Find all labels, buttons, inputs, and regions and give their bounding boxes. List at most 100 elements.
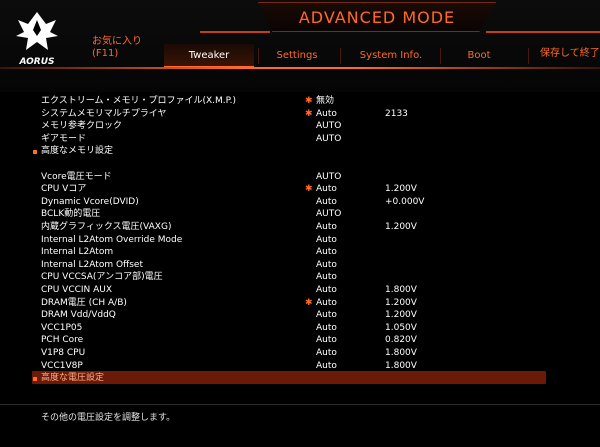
setting-row[interactable]: 高度なメモリ設定 (0, 145, 600, 158)
setting-row[interactable]: V1P8 CPU Auto 1.800V (0, 347, 600, 360)
setting-current-value: 1.200V (385, 297, 417, 308)
setting-row[interactable]: Internal L2Atom Offset Auto (0, 259, 600, 272)
setting-label: CPU Vコア (41, 184, 87, 195)
setting-label: システムメモリマルチプライヤ (41, 108, 167, 119)
tab-separator (340, 48, 341, 64)
tab-bar: Tweaker Settings System Info. Boot (160, 44, 600, 68)
setting-row[interactable]: システムメモリマルチプライヤ ✱ Auto 2133 (0, 108, 600, 121)
setting-label: Internal L2Atom Offset (41, 259, 143, 270)
setting-label: 高度なメモリ設定 (41, 146, 114, 157)
favorites-key: (F11) (92, 48, 119, 59)
setting-current-value: 1.050V (385, 322, 417, 333)
tab-tweaker-label: Tweaker (188, 49, 230, 61)
setting-current-value: +0.000V (385, 196, 425, 207)
setting-value[interactable]: AUTO (316, 171, 341, 184)
header: AORUS ADVANCED MODE お気に入り (F11) Tweaker … (0, 0, 600, 92)
svg-text:AORUS: AORUS (18, 57, 54, 67)
setting-label: 内蔵グラフィックス電圧(VAXG) (41, 222, 172, 232)
setting-current-value: 1.200V (385, 184, 417, 195)
setting-row[interactable]: 高度な電圧設定 (0, 371, 600, 385)
setting-row[interactable]: メモリ参考クロック AUTO (0, 120, 600, 133)
setting-label: Internal L2Atom (41, 247, 114, 258)
footer-divider (0, 404, 600, 405)
setting-label: VCC1P05 (41, 322, 83, 333)
submenu-bullet-icon (33, 150, 37, 155)
setting-label: CPU VCCIN AUX (41, 285, 113, 295)
setting-label: DRAM電圧 (CH A/B) (41, 297, 127, 308)
settings-list: エクストリーム・メモリ・プロファイル(X.M.P.) ✱ 無効 システムメモリマルチプ… (0, 92, 600, 392)
setting-current-value: 2133 (385, 108, 408, 119)
setting-row[interactable]: ギアモード AUTO (0, 133, 600, 146)
setting-row (0, 158, 600, 171)
tab-boot[interactable]: Boot (444, 44, 514, 66)
mode-deco-left (200, 31, 270, 33)
setting-row[interactable]: Internal L2Atom Auto (0, 246, 600, 259)
setting-label: ギアモード (41, 133, 87, 144)
aorus-logo: AORUS (16, 12, 58, 67)
tab-settings-label: Settings (276, 49, 318, 61)
tab-separator (258, 48, 259, 64)
setting-row[interactable]: エクストリーム・メモリ・プロファイル(X.M.P.) ✱ 無効 (0, 95, 600, 108)
setting-value[interactable]: Auto (316, 108, 337, 121)
setting-row[interactable]: VCC1P05 Auto 1.050V (0, 322, 600, 335)
setting-label: BCLK動的電圧 (41, 209, 101, 220)
setting-row[interactable]: DRAM Vdd/VddQ Auto 1.200V (0, 309, 600, 322)
tab-separator (440, 48, 441, 64)
setting-value[interactable]: Auto (316, 334, 337, 347)
setting-current-value: 1.200V (385, 310, 417, 321)
setting-value[interactable]: Auto (316, 183, 337, 196)
selected-row-highlight (32, 371, 546, 385)
help-text: その他の電圧設定を調整します。 (41, 413, 176, 423)
tab-system-info-label: System Info. (359, 49, 423, 61)
tab-settings[interactable]: Settings (262, 44, 332, 66)
setting-label: V1P8 CPU (41, 348, 86, 358)
setting-current-value: 1.200V (385, 222, 417, 232)
setting-row[interactable]: Dynamic Vcore(DVID) Auto +0.000V (0, 196, 600, 209)
setting-value[interactable]: Auto (316, 246, 337, 259)
setting-label: メモリ参考クロック (41, 121, 123, 132)
save-exit-button[interactable]: 保存して終了 (540, 44, 600, 59)
setting-value[interactable]: Auto (316, 284, 337, 297)
changed-star-icon: ✱ (305, 96, 313, 106)
setting-value[interactable]: 無効 (316, 95, 334, 108)
setting-current-value: 1.800V (385, 285, 417, 295)
setting-row[interactable]: BCLK動的電圧 AUTO (0, 208, 600, 221)
setting-label: Internal L2Atom Override Mode (41, 234, 183, 245)
setting-current-value: 0.820V (385, 335, 417, 346)
setting-value[interactable]: Auto (316, 297, 337, 310)
setting-row[interactable]: CPU VCCIN AUX Auto 1.800V (0, 284, 600, 297)
setting-value[interactable]: Auto (316, 309, 337, 322)
submenu-bullet-icon (33, 377, 37, 382)
mode-title: ADVANCED MODE (298, 7, 456, 27)
setting-label: Dynamic Vcore(DVID) (41, 196, 139, 207)
changed-star-icon: ✱ (305, 108, 313, 119)
setting-value[interactable]: AUTO (316, 208, 341, 221)
setting-value[interactable]: Auto (316, 259, 337, 272)
setting-value[interactable]: Auto (316, 196, 337, 209)
setting-row[interactable]: CPU VCCSA(アンコア部)電圧 Auto (0, 271, 600, 284)
setting-value[interactable]: AUTO (316, 120, 341, 133)
setting-row[interactable]: CPU Vコア ✱ Auto 1.200V (0, 183, 600, 196)
tab-system-info[interactable]: System Info. (346, 44, 436, 66)
setting-label: 高度な電圧設定 (41, 373, 105, 384)
tab-separator (528, 48, 529, 64)
setting-row[interactable]: Internal L2Atom Override Mode Auto (0, 234, 600, 247)
favorites-button[interactable]: お気に入り (F11) (92, 36, 142, 60)
setting-value[interactable]: AUTO (316, 133, 341, 146)
setting-label: Vcore電圧モード (41, 171, 112, 182)
setting-row[interactable]: DRAM電圧 (CH A/B) ✱ Auto 1.200V (0, 297, 600, 310)
setting-value[interactable]: Auto (316, 271, 337, 284)
tab-boot-label: Boot (467, 49, 491, 61)
header-divider (0, 67, 600, 69)
changed-star-icon: ✱ (305, 184, 313, 195)
setting-row[interactable]: PCH Core Auto 0.820V (0, 334, 600, 347)
tab-tweaker[interactable]: Tweaker (164, 44, 254, 68)
mode-bar: ADVANCED MODE (258, 2, 496, 32)
setting-value[interactable]: Auto (316, 234, 337, 247)
setting-value[interactable]: Auto (316, 221, 337, 234)
setting-value[interactable]: Auto (316, 347, 337, 360)
changed-star-icon: ✱ (305, 297, 313, 308)
setting-row[interactable]: Vcore電圧モード AUTO (0, 171, 600, 184)
setting-value[interactable]: Auto (316, 322, 337, 335)
setting-row[interactable]: 内蔵グラフィックス電圧(VAXG) Auto 1.200V (0, 221, 600, 234)
